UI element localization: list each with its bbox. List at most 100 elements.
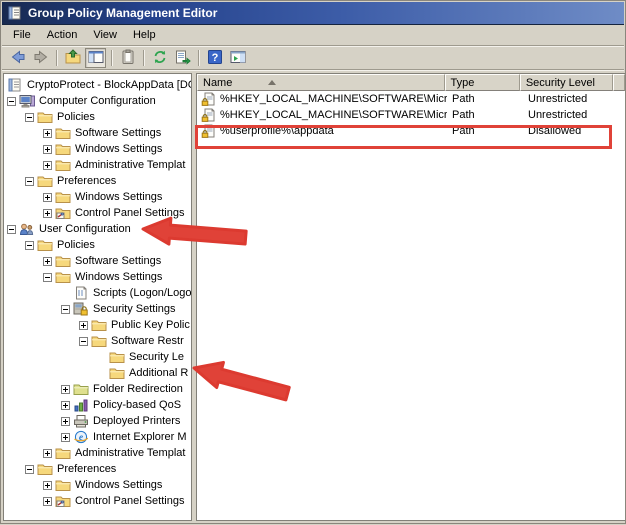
gpo-scroll-icon <box>7 5 23 21</box>
folder-icon <box>55 254 71 268</box>
expand-plus-icon[interactable] <box>61 433 70 442</box>
column-header-stub[interactable] <box>613 74 625 91</box>
tree-item-deployed-printers[interactable]: Deployed Printers <box>4 413 191 429</box>
tree-item-internet-explorer-m[interactable]: eInternet Explorer M <box>4 429 191 445</box>
collapse-minus-icon[interactable] <box>61 305 70 314</box>
show-action-pane-button[interactable] <box>227 48 248 68</box>
tree-item-security-settings[interactable]: Security Settings <box>4 301 191 317</box>
tree-item-policies[interactable]: Policies <box>4 109 191 125</box>
toolbar-separator <box>111 50 112 66</box>
up-one-level-button[interactable] <box>62 48 83 68</box>
back-button[interactable] <box>7 48 28 68</box>
tree-item-policies[interactable]: Policies <box>4 237 191 253</box>
tree-item-label: Control Panel Settings <box>73 495 184 507</box>
tree-item-administrative-templat[interactable]: Administrative Templat <box>4 445 191 461</box>
help-icon: ? <box>207 49 223 68</box>
tree-item-cryptoprotect-blockappdata-dc[interactable]: CryptoProtect - BlockAppData [DC <box>4 77 191 93</box>
tree-item-computer-configuration[interactable]: Computer Configuration <box>4 93 191 109</box>
folder-icon <box>91 318 107 332</box>
tree-item-user-configuration[interactable]: User Configuration <box>4 221 191 237</box>
tree-item-preferences[interactable]: Preferences <box>4 461 191 477</box>
rule-row-hkey-local-machine-software-micr[interactable]: %HKEY_LOCAL_MACHINE\SOFTWARE\Micr...Path… <box>197 107 625 123</box>
expand-plus-icon[interactable] <box>43 481 52 490</box>
menu-action[interactable]: Action <box>39 26 86 44</box>
expand-plus-icon[interactable] <box>43 193 52 202</box>
tree-item-administrative-templat[interactable]: Administrative Templat <box>4 157 191 173</box>
folder-icon <box>55 270 71 284</box>
tree-item-label: Computer Configuration <box>37 95 156 107</box>
clipboard-icon <box>120 49 136 68</box>
collapse-minus-icon[interactable] <box>25 465 34 474</box>
tree-item-software-settings[interactable]: Software Settings <box>4 253 191 269</box>
collapse-minus-icon[interactable] <box>7 97 16 106</box>
expand-plus-icon[interactable] <box>43 209 52 218</box>
tree-item-additional-r[interactable]: Additional R <box>4 365 191 381</box>
tree-item-policy-based-qos[interactable]: Policy-based QoS <box>4 397 191 413</box>
tree-item-security-le[interactable]: Security Le <box>4 349 191 365</box>
help-button[interactable]: ? <box>204 48 225 68</box>
tree-item-scripts-logon-logo[interactable]: Scripts (Logon/Logo <box>4 285 191 301</box>
collapse-minus-icon[interactable] <box>7 225 16 234</box>
menu-file[interactable]: File <box>5 26 39 44</box>
results-pane[interactable]: NameTypeSecurity Level %HKEY_LOCAL_MACHI… <box>196 73 625 521</box>
refresh-button[interactable] <box>149 48 170 68</box>
rule-row-userprofile-appdata[interactable]: %userprofile%\appdataPathDisallowed <box>197 123 625 139</box>
folder-icon <box>55 126 71 140</box>
path-rule-lock-icon <box>201 124 216 138</box>
tree-item-public-key-polic[interactable]: Public Key Polic <box>4 317 191 333</box>
column-header-security-level[interactable]: Security Level <box>520 74 613 91</box>
collapse-minus-icon[interactable] <box>25 177 34 186</box>
tree-item-label: CryptoProtect - BlockAppData [DC <box>25 79 192 91</box>
expand-plus-icon[interactable] <box>43 257 52 266</box>
expand-plus-icon[interactable] <box>79 321 88 330</box>
tree-item-software-settings[interactable]: Software Settings <box>4 125 191 141</box>
folder-icon <box>37 174 53 188</box>
tree-item-control-panel-settings[interactable]: Control Panel Settings <box>4 493 191 509</box>
collapse-minus-icon[interactable] <box>79 337 88 346</box>
menu-help[interactable]: Help <box>125 26 164 44</box>
folder-icon <box>37 238 53 252</box>
qos-icon <box>73 398 89 412</box>
expand-plus-icon[interactable] <box>43 145 52 154</box>
expand-plus-icon[interactable] <box>43 161 52 170</box>
tree-item-windows-settings[interactable]: Windows Settings <box>4 269 191 285</box>
collapse-minus-icon[interactable] <box>25 113 34 122</box>
expand-plus-icon[interactable] <box>61 417 70 426</box>
tree-item-label: Policies <box>55 239 95 251</box>
tree-item-folder-redirection[interactable]: Folder Redirection <box>4 381 191 397</box>
folder-icon <box>91 334 107 348</box>
column-header-name[interactable]: Name <box>197 74 445 91</box>
tree-item-windows-settings[interactable]: Windows Settings <box>4 189 191 205</box>
tree-item-software-restr[interactable]: Software Restr <box>4 333 191 349</box>
collapse-minus-icon[interactable] <box>25 241 34 250</box>
properties-button[interactable] <box>117 48 138 68</box>
export-list-button[interactable] <box>172 48 193 68</box>
tree-item-label: Windows Settings <box>73 271 162 283</box>
rule-security-level: Unrestricted <box>523 109 617 121</box>
tree-item-preferences[interactable]: Preferences <box>4 173 191 189</box>
expand-plus-icon[interactable] <box>43 449 52 458</box>
rule-row-hkey-local-machine-software-micr[interactable]: %HKEY_LOCAL_MACHINE\SOFTWARE\Micr...Path… <box>197 91 625 107</box>
tree-item-label: Policy-based QoS <box>91 399 181 411</box>
expand-plus-icon[interactable] <box>61 401 70 410</box>
expand-plus-icon[interactable] <box>61 385 70 394</box>
menu-view[interactable]: View <box>85 26 125 44</box>
folder-icon <box>109 350 125 364</box>
tree-item-label: User Configuration <box>37 223 131 235</box>
folder-icon <box>37 110 53 124</box>
gpo-icon <box>7 78 23 92</box>
forward-button[interactable] <box>30 48 51 68</box>
console-tree[interactable]: CryptoProtect - BlockAppData [DC Computer… <box>3 73 192 521</box>
show-console-tree-button[interactable] <box>85 48 106 68</box>
rule-name: %HKEY_LOCAL_MACHINE\SOFTWARE\Micr... <box>220 109 447 121</box>
rule-type: Path <box>447 93 523 105</box>
expand-plus-icon[interactable] <box>43 497 52 506</box>
tree-item-label: Software Restr <box>109 335 184 347</box>
collapse-minus-icon[interactable] <box>43 273 52 282</box>
tree-item-control-panel-settings[interactable]: Control Panel Settings <box>4 205 191 221</box>
expand-plus-icon[interactable] <box>43 129 52 138</box>
column-header-type[interactable]: Type <box>445 74 520 91</box>
tree-item-windows-settings[interactable]: Windows Settings <box>4 477 191 493</box>
tree-item-windows-settings[interactable]: Windows Settings <box>4 141 191 157</box>
folder-tool-icon <box>55 494 71 508</box>
